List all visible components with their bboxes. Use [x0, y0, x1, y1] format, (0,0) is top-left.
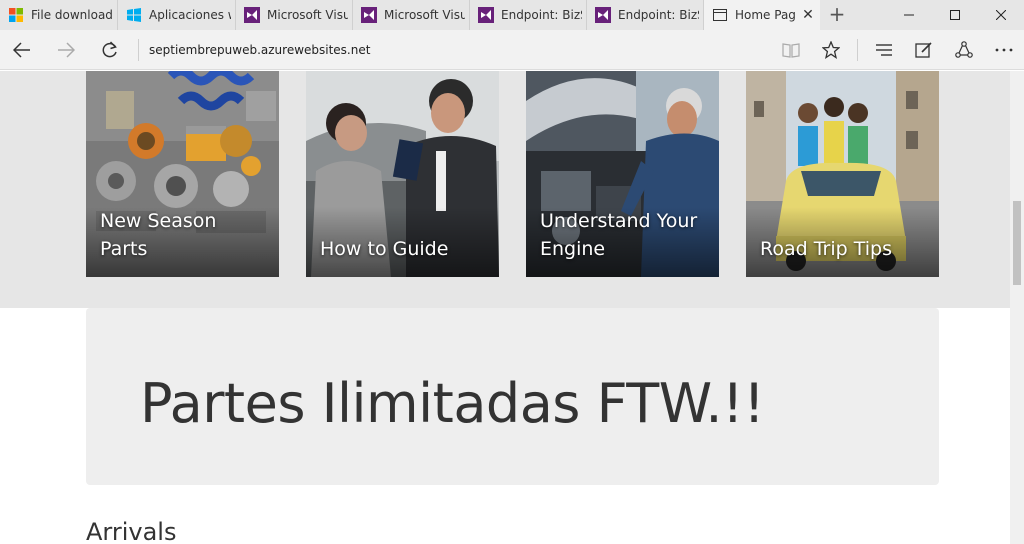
jumbotron: Partes Ilimitadas FTW.!!	[86, 308, 939, 485]
navigation-bar: septiembrepuweb.azurewebsites.net	[0, 30, 1024, 70]
web-note-icon	[915, 42, 932, 58]
tab-label: Microsoft Visua	[384, 8, 465, 22]
tab-label: Endpoint: BizSp	[618, 8, 699, 22]
minimize-icon	[904, 14, 914, 16]
tab-aplicaciones[interactable]: Aplicaciones we	[118, 0, 236, 30]
tab-label: Home Page	[735, 8, 796, 22]
address-bar[interactable]: septiembrepuweb.azurewebsites.net	[149, 43, 779, 57]
windows-store-icon	[8, 7, 24, 23]
tab-label: Microsoft Visua	[267, 8, 348, 22]
back-button[interactable]	[0, 30, 44, 70]
vertical-scrollbar[interactable]	[1010, 71, 1024, 544]
more-button[interactable]	[984, 30, 1024, 70]
minimize-button[interactable]	[886, 0, 932, 30]
tab-microsoft-visual-2[interactable]: Microsoft Visua	[353, 0, 470, 30]
web-note-button[interactable]	[904, 30, 944, 70]
jumbotron-title: Partes Ilimitadas FTW.!!	[140, 372, 765, 435]
card-caption: New Season Parts	[100, 210, 217, 260]
arrivals-heading: Arrivals	[86, 518, 177, 544]
star-icon	[822, 41, 840, 59]
toolbar-right	[771, 30, 1024, 70]
tab-file-download[interactable]: File download e	[0, 0, 118, 30]
visual-studio-icon	[361, 7, 377, 23]
tab-label: Endpoint: BizSp	[501, 8, 582, 22]
page-icon	[712, 7, 728, 23]
maximize-icon	[950, 10, 960, 20]
reading-view-button[interactable]	[771, 30, 811, 70]
visual-studio-icon	[244, 7, 260, 23]
visual-studio-icon	[595, 7, 611, 23]
new-tab-button[interactable]: +	[820, 0, 854, 30]
tab-endpoint-bizsp-2[interactable]: Endpoint: BizSp	[587, 0, 704, 30]
forward-button[interactable]	[44, 30, 88, 70]
card-caption: Road Trip Tips	[760, 238, 892, 260]
share-icon	[955, 41, 973, 58]
tab-endpoint-bizsp-1[interactable]: Endpoint: BizSp	[470, 0, 587, 30]
tab-label: File download e	[31, 8, 113, 22]
hub-button[interactable]	[864, 30, 904, 70]
card-understand-your-engine[interactable]: Understand Your Engine	[526, 71, 719, 277]
maximize-button[interactable]	[932, 0, 978, 30]
tab-home-page[interactable]: Home Page ✕	[704, 0, 820, 30]
close-icon	[996, 10, 1006, 20]
refresh-button[interactable]	[88, 30, 132, 70]
windows-logo-icon	[126, 7, 142, 23]
share-button[interactable]	[944, 30, 984, 70]
hero-section: New Season Parts How to Guide Understand…	[0, 71, 1010, 308]
hub-icon	[876, 44, 892, 56]
card-how-to-guide[interactable]: How to Guide	[306, 71, 499, 277]
scrollbar-thumb[interactable]	[1013, 201, 1021, 285]
card-caption: How to Guide	[320, 238, 449, 260]
favorite-button[interactable]	[811, 30, 851, 70]
toolbar-separator	[857, 39, 858, 61]
close-tab-icon[interactable]: ✕	[800, 7, 816, 23]
window-controls	[886, 0, 1024, 30]
more-icon	[995, 48, 1013, 52]
back-arrow-icon	[13, 41, 30, 58]
visual-studio-icon	[478, 7, 494, 23]
refresh-icon	[102, 40, 117, 57]
tab-microsoft-visual-1[interactable]: Microsoft Visua	[236, 0, 353, 30]
reading-view-icon	[782, 43, 800, 58]
tab-label: Aplicaciones we	[149, 8, 231, 22]
card-new-season-parts[interactable]: New Season Parts	[86, 71, 279, 277]
address-separator	[138, 38, 139, 61]
close-window-button[interactable]	[978, 0, 1024, 30]
card-road-trip-tips[interactable]: Road Trip Tips	[746, 71, 939, 277]
card-caption: Understand Your Engine	[540, 210, 698, 260]
tab-strip: File download e Aplicaciones we Microsof…	[0, 0, 1024, 30]
forward-arrow-icon	[58, 41, 75, 58]
web-page: New Season Parts How to Guide Understand…	[0, 71, 1010, 544]
